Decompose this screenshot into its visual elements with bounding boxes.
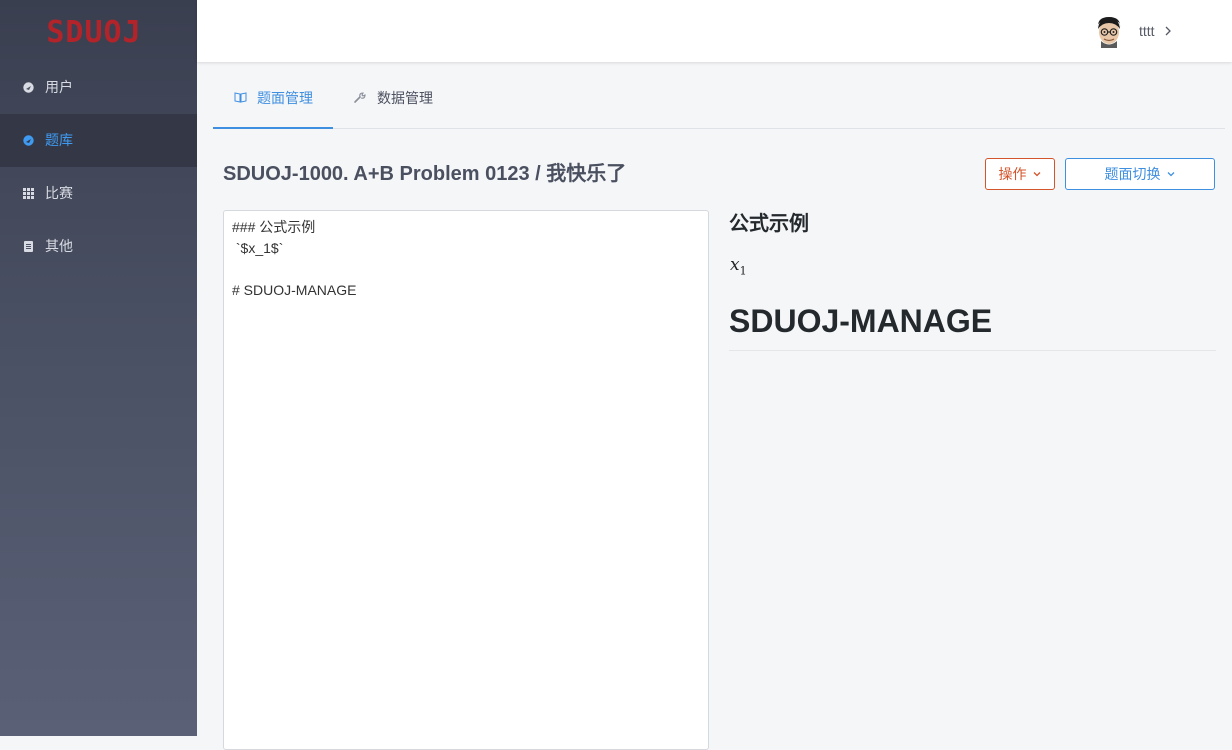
editor-line: ### 公式示例 xyxy=(232,219,316,235)
svg-text:SDUOJ: SDUOJ xyxy=(46,15,141,49)
preview-heading-3: 公式示例 xyxy=(729,213,809,235)
chevron-right-icon[interactable] xyxy=(1163,26,1173,36)
sidebar-item-problem-set[interactable]: 题库 xyxy=(0,114,197,167)
tab-label: 数据管理 xyxy=(377,90,433,106)
sidebar: SDUOJ 用户 题库 比赛 其他 xyxy=(0,0,197,736)
preview-divider xyxy=(729,350,1216,351)
user-avatar[interactable] xyxy=(1094,14,1124,48)
sidebar-item-label: 用户 xyxy=(45,79,73,95)
tab-data-management[interactable]: 数据管理 xyxy=(353,62,453,128)
math-subscript: 1 xyxy=(739,264,747,278)
chevron-down-icon xyxy=(1167,172,1174,177)
wrench-icon xyxy=(354,92,366,103)
operations-dropdown-button[interactable]: 操作 xyxy=(985,158,1055,190)
active-tab-indicator xyxy=(213,127,333,129)
user-circle-icon xyxy=(23,82,34,93)
grid-icon xyxy=(23,188,34,199)
preview-math-formula: x1 xyxy=(730,255,747,281)
math-base: x xyxy=(730,255,740,275)
top-header: tttt xyxy=(197,0,1232,62)
book-icon xyxy=(234,92,247,103)
sdu-logo[interactable]: SDUOJ xyxy=(44,13,144,49)
operations-label: 操作 xyxy=(998,166,1027,182)
statement-switch-dropdown-button[interactable]: 题面切换 xyxy=(1065,158,1215,190)
sidebar-item-users[interactable]: 用户 xyxy=(0,61,197,114)
document-icon xyxy=(24,241,33,252)
sidebar-item-label: 比赛 xyxy=(45,185,73,201)
statement-switch-label: 题面切换 xyxy=(1104,166,1161,182)
page-title: SDUOJ-1000. A+B Problem 0123 / 我快乐了 xyxy=(223,163,627,185)
username[interactable]: tttt xyxy=(1139,23,1155,39)
preview-heading-1: SDUOJ-MANAGE xyxy=(729,303,993,339)
tab-label: 题面管理 xyxy=(257,90,313,106)
editor-line: `$x_1$` xyxy=(232,240,284,256)
markdown-editor[interactable]: ### 公式示例 `$x_1$` # SDUOJ-MANAGE xyxy=(223,210,709,750)
chevron-down-icon xyxy=(1033,172,1040,177)
sidebar-item-label: 题库 xyxy=(45,132,73,148)
tab-problem-statement[interactable]: 题面管理 xyxy=(213,62,333,129)
editor-line: # SDUOJ-MANAGE xyxy=(232,282,357,298)
problem-set-icon xyxy=(23,135,34,146)
sidebar-item-contests[interactable]: 比赛 xyxy=(0,167,197,220)
tab-bar: 题面管理 数据管理 xyxy=(213,62,1225,129)
sidebar-item-others[interactable]: 其他 xyxy=(0,220,197,273)
sidebar-item-label: 其他 xyxy=(45,238,73,254)
